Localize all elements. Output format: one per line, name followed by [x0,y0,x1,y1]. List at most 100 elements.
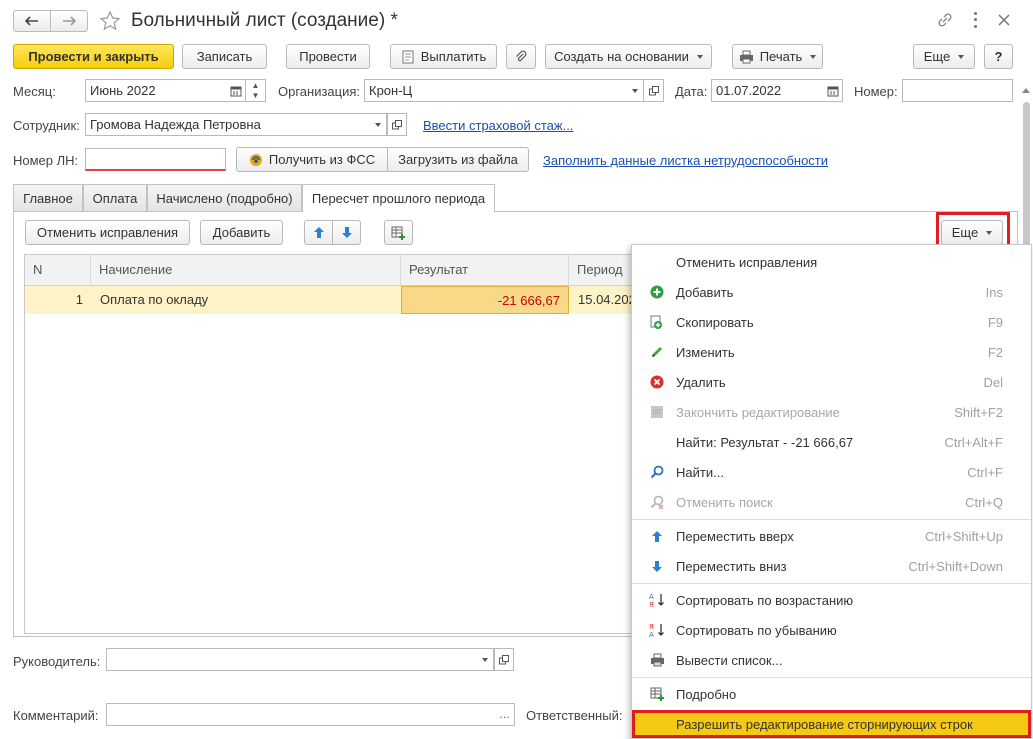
more-dots-icon[interactable] [970,10,980,30]
number-field[interactable] [902,79,1013,102]
scroll-up-icon[interactable] [1022,88,1030,93]
tab-recalc-prev-period[interactable]: Пересчет прошлого периода [302,184,495,212]
menu-item-label: Удалить [676,374,726,390]
menu-item-allow-edit-storno[interactable]: Разрешить редактирование сторнирующих ст… [632,710,1031,738]
create-based-label: Создать на основании [554,49,689,64]
arrow-down-icon [341,227,352,238]
comment-field[interactable] [106,703,496,726]
menu-item-move-down[interactable]: Переместить вниз Ctrl+Shift+Down [632,551,1031,581]
org-field[interactable]: Крон-Ц [364,79,625,102]
print-button[interactable]: Печать [732,44,823,69]
menu-item-label: Скопировать [676,314,754,330]
menu-item-sort-desc[interactable]: ЯА Сортировать по убыванию [632,615,1031,645]
date-field[interactable]: 01.07.2022 [711,79,824,102]
pay-button-label: Выплатить [420,49,487,64]
menu-separator [632,677,1031,678]
menu-item-detail[interactable]: Подробно [632,679,1031,709]
menu-item-move-up[interactable]: Переместить вверх Ctrl+Shift+Up [632,521,1031,551]
link-icon[interactable] [936,11,954,29]
tab-accrued-detail[interactable]: Начислено (подробно) [147,184,302,211]
menu-item-shortcut: Shift+F2 [954,404,1003,420]
menu-item-cancel-search[interactable]: Отменить поиск Ctrl+Q [632,487,1031,517]
add-button[interactable]: Добавить [200,220,283,245]
pay-button[interactable]: Выплатить [390,44,497,69]
cell-result[interactable]: -21 666,67 [401,286,569,314]
manager-dropdown-button[interactable] [474,648,494,671]
manager-label: Руководитель: [13,654,101,669]
manager-open-button[interactable] [494,648,514,671]
create-based-button[interactable]: Создать на основании [545,44,712,69]
menu-item-edit[interactable]: Изменить F2 [632,337,1031,367]
calendar-button[interactable] [226,79,246,102]
help-button[interactable]: ? [984,44,1013,69]
spin-down-icon[interactable]: ▼ [252,91,260,100]
employee-open-button[interactable] [387,113,407,136]
get-fss-button[interactable]: Получить из ФСС [237,148,388,171]
add-icon [649,284,665,300]
more-button[interactable]: Еще [913,44,975,69]
month-field[interactable]: Июнь 2022 [85,79,227,102]
ln-field[interactable] [85,148,226,171]
menu-item-label: Разрешить редактирование сторнирующих ст… [676,716,973,732]
menu-item-end-edit[interactable]: Закончить редактирование Shift+F2 [632,397,1031,427]
fss-logo-icon [249,153,262,166]
post-button[interactable]: Провести [286,44,370,69]
menu-item-shortcut: Ctrl+Shift+Down [908,558,1003,574]
responsible-label: Ответственный: [526,708,623,723]
cancel-fix-button[interactable]: Отменить исправления [25,220,190,245]
spin-up-icon[interactable]: ▲ [252,81,260,90]
date-calendar-button[interactable] [823,79,843,102]
favorite-star-icon[interactable] [99,10,121,32]
menu-item-shortcut: F9 [987,314,1003,330]
detail-icon [649,686,665,702]
insurance-link[interactable]: Ввести страховой стаж... [423,118,573,133]
load-file-button[interactable]: Загрузить из файла [388,148,528,171]
manager-field[interactable] [106,648,475,671]
employee-label: Сотрудник: [13,118,80,133]
nav-forward-button[interactable] [50,10,88,32]
more-dropdown-menu: Отменить исправления Добавить Ins Скопир… [631,244,1032,739]
close-icon[interactable] [996,12,1012,28]
attach-button[interactable] [506,44,536,69]
column-header-n[interactable]: N [25,255,91,286]
menu-item-output-list[interactable]: Вывести список... [632,645,1031,675]
menu-item-add[interactable]: Добавить Ins [632,277,1031,307]
menu-item-shortcut: Ins [985,284,1003,300]
column-header-result[interactable]: Результат [401,255,569,286]
org-open-button[interactable] [644,79,664,102]
menu-item-label: Изменить [676,344,735,360]
svg-text:А: А [649,593,654,601]
employee-dropdown-button[interactable] [367,113,387,136]
detail-button[interactable] [384,220,413,245]
move-down-button[interactable] [332,220,361,245]
fill-ln-link[interactable]: Заполнить данные листка нетрудоспособнос… [543,153,828,168]
column-header-period[interactable]: Период [569,255,631,286]
arrow-left-icon [25,16,38,26]
menu-item-delete[interactable]: Удалить Del [632,367,1031,397]
save-button[interactable]: Записать [182,44,267,69]
menu-item-find[interactable]: Найти... Ctrl+F [632,457,1031,487]
print-label: Печать [759,49,803,64]
arrow-right-icon [63,16,76,26]
comment-expand-button[interactable]: … [495,703,515,726]
menu-item-label: Переместить вверх [676,528,794,544]
title-bar: Больничный лист (создание) * [0,0,1033,40]
ln-label: Номер ЛН: [13,153,79,168]
open-icon [499,654,509,664]
number-label: Номер: [854,84,898,99]
post-and-close-button[interactable]: Провести и закрыть [13,44,174,69]
column-header-accrual[interactable]: Начисление [91,255,401,286]
menu-item-cancel-fix[interactable]: Отменить исправления [632,247,1031,277]
table-row[interactable]: 1 Оплата по окладу -21 666,67 15.04.202 [25,286,631,314]
menu-item-find-result[interactable]: Найти: Результат - -21 666,67 Ctrl+Alt+F [632,427,1031,457]
move-up-button[interactable] [304,220,333,245]
nav-back-button[interactable] [13,10,51,32]
month-spinner[interactable]: ▲ ▼ [246,79,266,102]
menu-item-copy[interactable]: Скопировать F9 [632,307,1031,337]
employee-field[interactable]: Громова Надежда Петровна [85,113,368,136]
menu-item-shortcut: Ctrl+F [967,464,1003,480]
tab-payment[interactable]: Оплата [83,184,147,211]
menu-item-sort-asc[interactable]: АЯ Сортировать по возрастанию [632,585,1031,615]
tab-main[interactable]: Главное [13,184,83,211]
org-dropdown-button[interactable] [624,79,644,102]
